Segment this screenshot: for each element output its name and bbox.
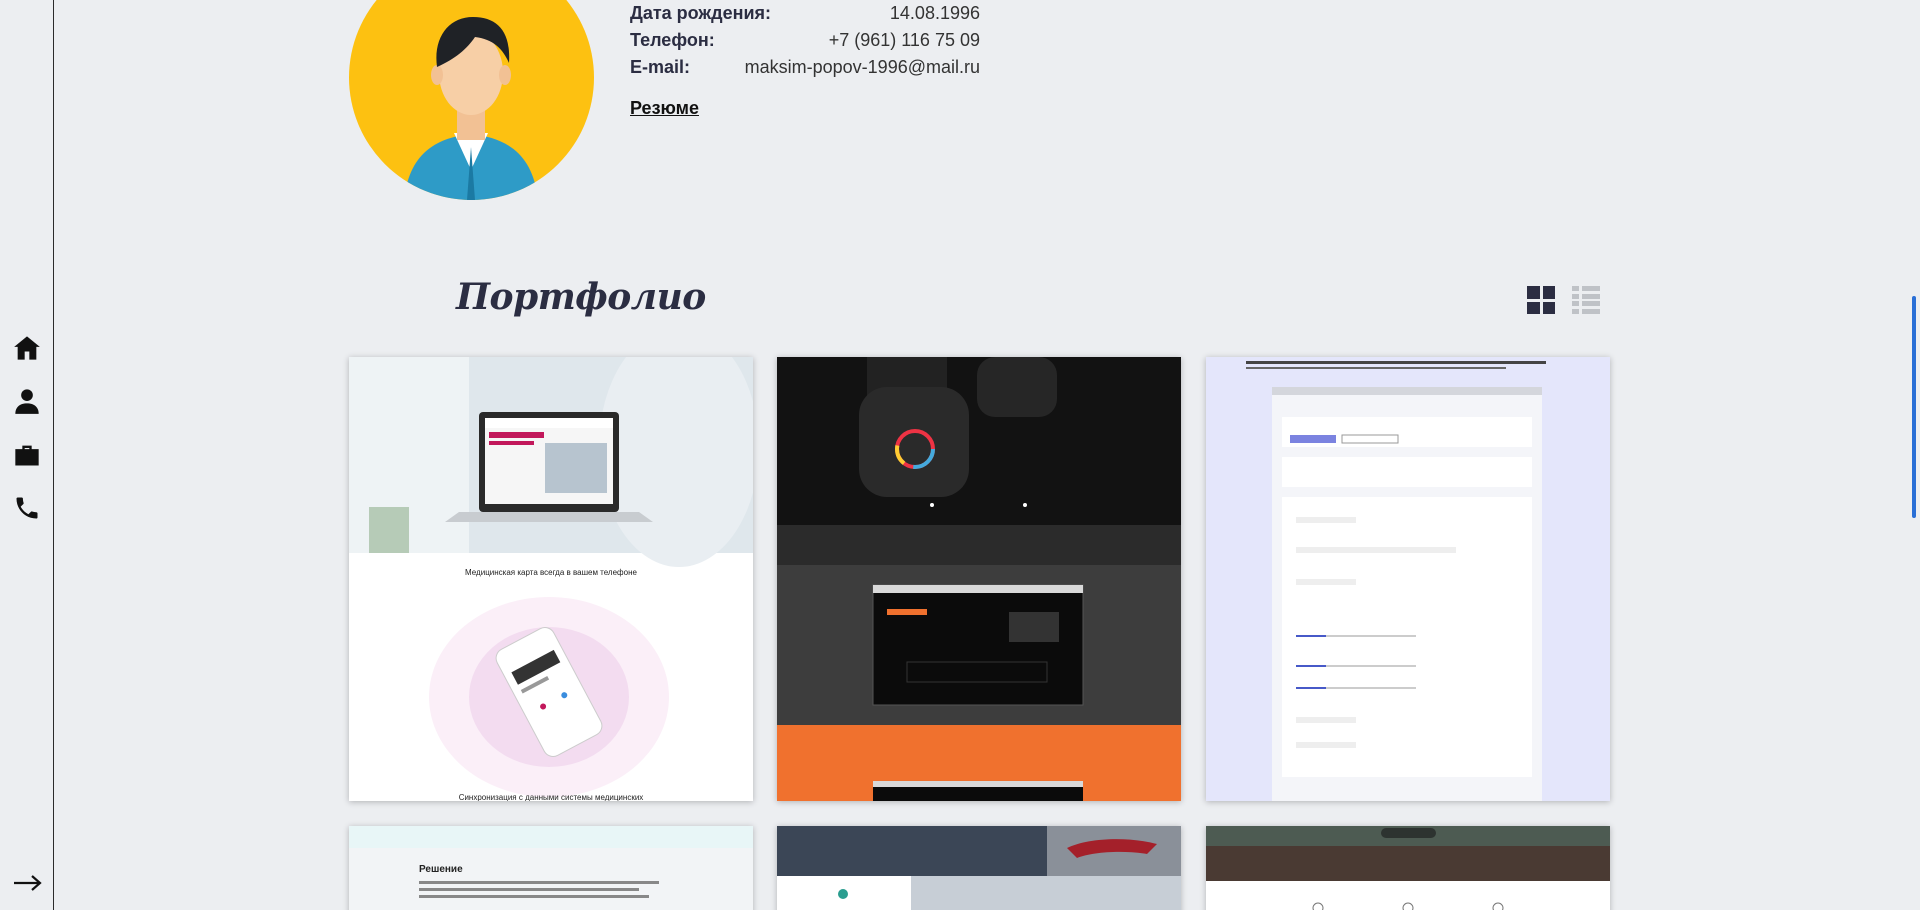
card-footer: Синхронизация с данными системы медицинс… — [458, 793, 644, 801]
portfolio-nav-icon[interactable] — [12, 440, 42, 470]
user-icon — [15, 389, 39, 414]
list-view-icon[interactable] — [1572, 286, 1600, 314]
contacts-nav-icon[interactable] — [12, 493, 42, 523]
card-preview-form — [1206, 357, 1610, 801]
portfolio-card-form[interactable] — [1206, 357, 1610, 801]
resume-link[interactable]: Резюме — [630, 98, 699, 119]
card-caption: Медицинская карта всегда в вашем телефон… — [465, 568, 637, 577]
about-nav-icon[interactable] — [12, 386, 42, 416]
card-preview-landscape — [1206, 826, 1610, 910]
card-caption: Решение — [419, 864, 463, 875]
briefcase-icon — [15, 445, 39, 466]
portfolio-card-watch[interactable] — [777, 357, 1181, 801]
birthdate-value: 14.08.1996 — [889, 3, 980, 23]
profile-info: Дата рождения: 14.08.1996 Телефон: +7 (9… — [630, 0, 980, 81]
phone-label: Телефон: — [630, 30, 715, 50]
portfolio-card-bike[interactable] — [777, 826, 1181, 910]
home-nav-icon[interactable] — [12, 333, 42, 363]
email-value: maksim-popov-1996@mail.ru — [744, 57, 980, 77]
card-preview-watch — [777, 357, 1181, 801]
portfolio-card-solution[interactable]: Решение — [349, 826, 753, 910]
birthdate-row: Дата рождения: 14.08.1996 — [630, 0, 980, 27]
avatar — [349, 0, 594, 200]
portfolio-title: Портфолио — [456, 276, 706, 318]
phone-value: +7 (961) 116 75 09 — [828, 30, 980, 50]
avatar-illustration — [404, 17, 538, 200]
phone-row: Телефон: +7 (961) 116 75 09 — [630, 27, 980, 54]
grid-view-icon[interactable] — [1527, 286, 1555, 314]
email-row: E-mail: maksim-popov-1996@mail.ru — [630, 54, 980, 81]
arrow-right-icon[interactable] — [12, 868, 44, 898]
birthdate-label: Дата рождения: — [630, 3, 772, 23]
side-nav — [0, 0, 54, 910]
card-preview-bike — [777, 826, 1181, 910]
portfolio-card-landscape[interactable] — [1206, 826, 1610, 910]
portfolio-card-medical[interactable]: Медицинская карта всегда в вашем телефон… — [349, 357, 753, 801]
scrollbar-thumb[interactable] — [1912, 296, 1916, 518]
scrollbar[interactable] — [1908, 0, 1920, 910]
card-preview-medical — [349, 357, 753, 797]
email-label: E-mail: — [630, 57, 691, 77]
home-icon — [14, 336, 40, 360]
phone-icon — [16, 497, 38, 519]
card-preview-solution — [349, 826, 753, 910]
